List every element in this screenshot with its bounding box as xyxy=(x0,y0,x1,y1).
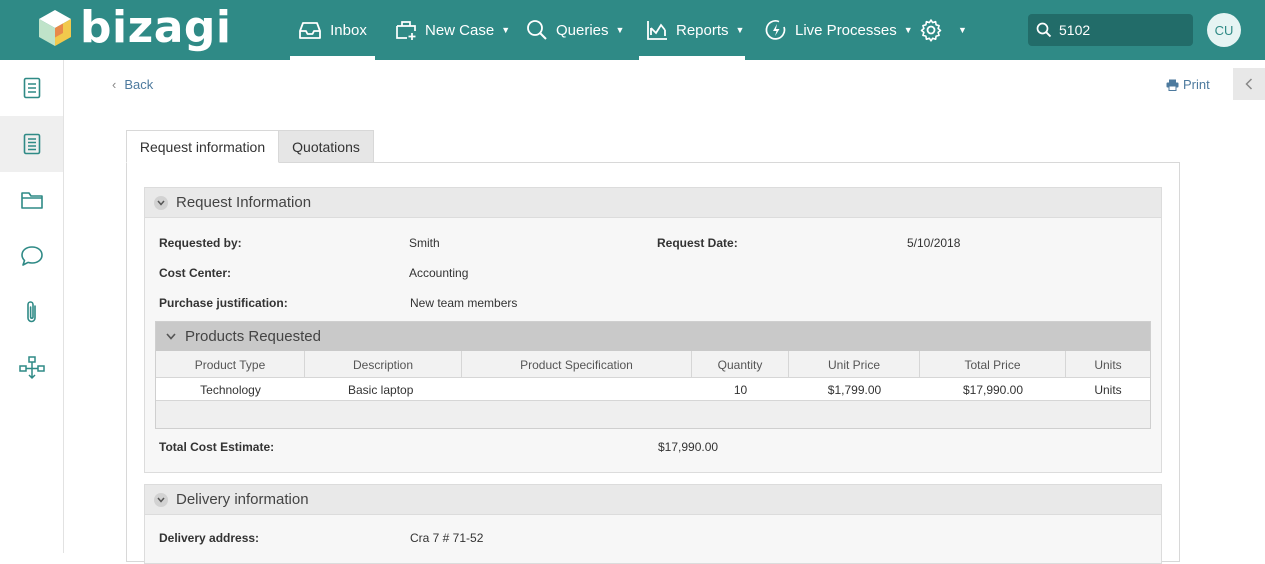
user-avatar[interactable]: CU xyxy=(1207,13,1241,47)
sidebar-item-process-map[interactable] xyxy=(0,340,63,396)
delivery-information-header[interactable]: Delivery information xyxy=(145,485,1161,515)
panel-title: Delivery information xyxy=(176,491,309,508)
bizagi-logo[interactable]: bizagi xyxy=(38,6,231,50)
total-cost-estimate-value: $17,990.00 xyxy=(658,440,719,454)
nav-new-case-label: New Case xyxy=(425,21,495,39)
cell-quantity: 10 xyxy=(733,382,748,397)
chart-icon xyxy=(647,21,667,40)
request-date-label: Request Date: xyxy=(657,236,738,250)
form-icon xyxy=(23,77,40,99)
paperclip-icon xyxy=(26,301,36,323)
cell-description: Basic laptop xyxy=(348,382,414,397)
cell-product-type: Technology xyxy=(200,382,261,397)
nav-new-case[interactable]: New Case ▼ xyxy=(395,0,510,60)
delivery-address-label: Delivery address: xyxy=(159,531,260,545)
process-map-icon xyxy=(18,356,45,380)
caret-down-icon: ▼ xyxy=(615,25,625,35)
folder-icon xyxy=(20,192,43,209)
column-header-total-price[interactable]: Total Price xyxy=(920,351,1066,378)
products-requested-header[interactable]: Products Requested xyxy=(156,322,1150,351)
tab-quotations[interactable]: Quotations xyxy=(278,130,374,163)
delivery-information-panel: Delivery information xyxy=(144,484,1162,564)
tab-label: Request information xyxy=(139,138,266,155)
cell-unit-price: $1,799.00 xyxy=(827,382,882,397)
column-header-product-type[interactable]: Product Type xyxy=(156,351,305,378)
cell-units: Units xyxy=(1094,382,1122,397)
brand-name: bizagi xyxy=(80,2,232,53)
print-link[interactable]: Print xyxy=(1166,77,1210,92)
column-header-quantity[interactable]: Quantity xyxy=(692,351,789,378)
total-cost-estimate-label: Total Cost Estimate: xyxy=(159,440,275,454)
caret-down-icon: ▼ xyxy=(735,25,745,35)
top-navigation-bar: bizagi Inbox New Case ▼ Queries ▼ Report… xyxy=(0,0,1265,60)
back-label: Back xyxy=(124,77,154,92)
cell-product-specification xyxy=(462,378,692,401)
grid-column-headers: Product Type Description Product Specifi… xyxy=(156,351,1150,378)
column-header-description[interactable]: Description xyxy=(305,351,462,378)
purchase-justification-label: Purchase justification: xyxy=(159,296,288,310)
nav-queries-label: Queries xyxy=(556,21,609,39)
request-information-header[interactable]: Request Information xyxy=(145,188,1161,218)
delivery-address-value: Cra 7 # 71-52 xyxy=(410,531,484,545)
column-header-product-specification[interactable]: Product Specification xyxy=(462,351,692,378)
chevron-down-icon xyxy=(166,333,176,340)
collapse-panel-button[interactable] xyxy=(1233,68,1265,100)
sidebar-item-form[interactable] xyxy=(0,60,63,116)
panel-title: Request Information xyxy=(176,194,312,211)
lightning-icon xyxy=(765,20,786,40)
nav-settings[interactable]: ▼ xyxy=(919,0,967,60)
nav-queries[interactable]: Queries ▼ xyxy=(526,0,624,60)
search-icon xyxy=(1036,22,1052,38)
nav-inbox[interactable]: Inbox xyxy=(290,0,375,60)
search-input[interactable] xyxy=(1059,22,1179,38)
request-date-value: 5/10/2018 xyxy=(907,236,961,250)
caret-down-icon: ▼ xyxy=(903,25,913,35)
nav-reports[interactable]: Reports ▼ xyxy=(639,0,745,60)
chevron-down-icon xyxy=(154,195,168,210)
cost-center-label: Cost Center: xyxy=(159,266,232,280)
column-header-unit-price[interactable]: Unit Price xyxy=(789,351,920,378)
comment-icon xyxy=(20,246,43,266)
back-link[interactable]: ‹ Back xyxy=(112,77,153,92)
cost-center-value: Accounting xyxy=(409,266,469,280)
nav-reports-label: Reports xyxy=(676,21,729,39)
nav-live-processes-label: Live Processes xyxy=(795,21,897,39)
nav-live-processes[interactable]: Live Processes ▼ xyxy=(765,0,913,60)
printer-icon xyxy=(1166,79,1179,91)
purchase-justification-value: New team members xyxy=(410,296,518,310)
sidebar-item-folder[interactable] xyxy=(0,172,63,228)
print-label: Print xyxy=(1183,77,1210,92)
bizagi-cube-logo-icon xyxy=(39,10,71,46)
new-case-icon xyxy=(396,21,416,40)
inbox-icon xyxy=(299,22,322,39)
chevron-left-icon: ‹ xyxy=(112,77,117,92)
caret-down-icon: ▼ xyxy=(958,25,967,35)
products-requested-grid: Products Requested Product Type Descript… xyxy=(155,321,1151,429)
requested-by-value: Smith xyxy=(409,236,440,250)
case-search-box[interactable] xyxy=(1028,14,1193,46)
sidebar-item-form-list[interactable] xyxy=(0,116,63,172)
tab-label: Quotations xyxy=(292,138,360,155)
cell-total-price: $17,990.00 xyxy=(962,382,1024,397)
chevron-down-icon xyxy=(154,492,168,507)
gear-icon xyxy=(920,19,942,42)
column-header-units[interactable]: Units xyxy=(1066,351,1150,378)
caret-down-icon: ▼ xyxy=(501,25,511,35)
sidebar-item-comments[interactable] xyxy=(0,228,63,284)
sidebar-item-attachments[interactable] xyxy=(0,284,63,340)
form-list-icon xyxy=(23,133,40,155)
tab-request-information[interactable]: Request information xyxy=(126,130,279,163)
table-row[interactable]: Technology Basic laptop 10 $1,799.00 $17… xyxy=(156,378,1150,401)
requested-by-label: Requested by: xyxy=(159,236,242,250)
grid-title: Products Requested xyxy=(185,328,321,345)
nav-inbox-label: Inbox xyxy=(330,21,367,39)
search-icon xyxy=(527,20,547,40)
chevron-left-icon xyxy=(1245,78,1253,90)
left-sidebar xyxy=(0,60,64,553)
